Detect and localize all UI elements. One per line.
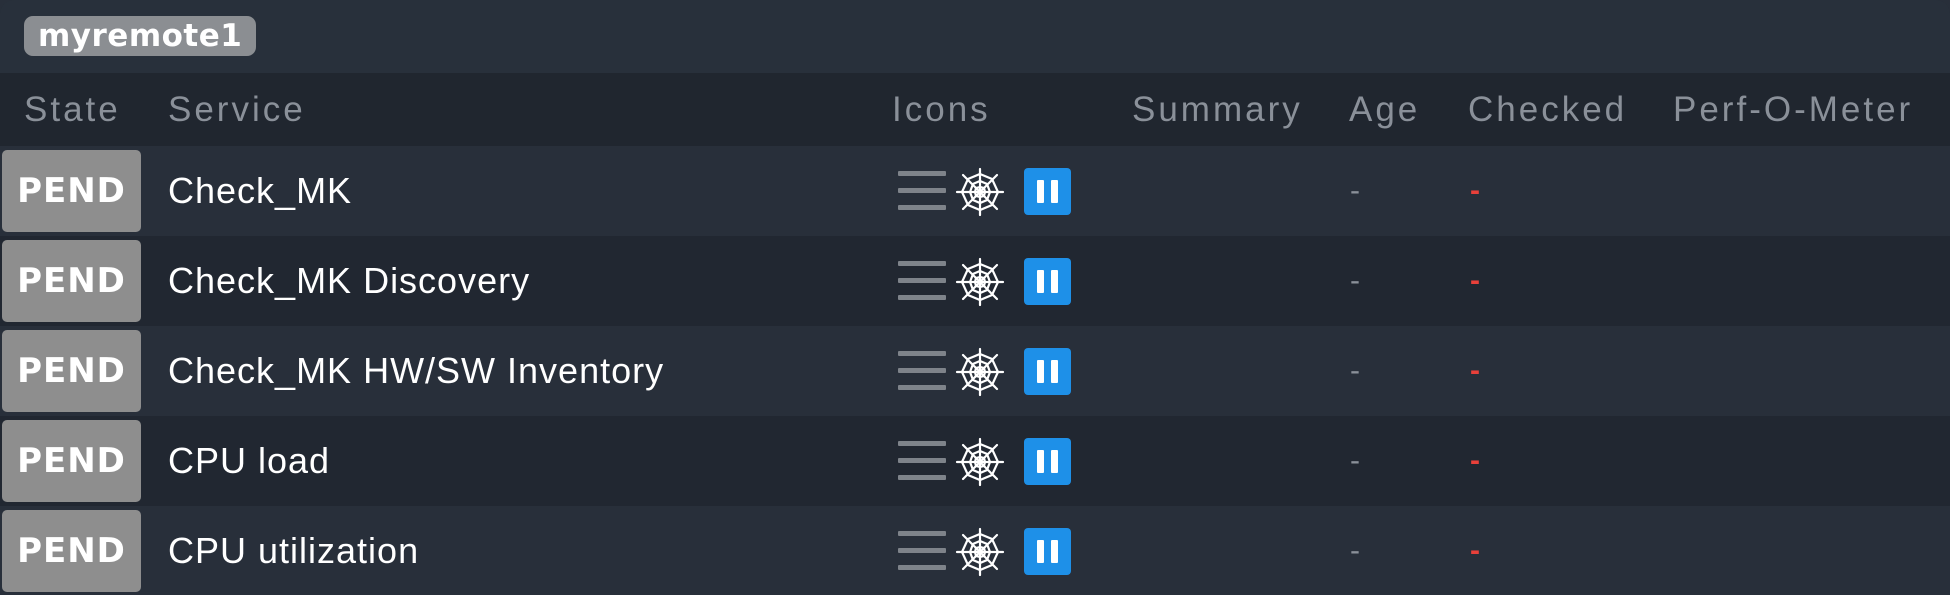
table-row: PEND CPU load - - xyxy=(0,416,1950,506)
column-header-summary[interactable]: Summary xyxy=(1132,73,1303,146)
spiderweb-icon[interactable] xyxy=(954,347,1006,397)
age-value: - xyxy=(1350,444,1360,477)
service-table-body: PEND Check_MK - - PEND Check_MK Discover… xyxy=(0,146,1950,595)
spiderweb-icon[interactable] xyxy=(954,527,1006,577)
pause-icon[interactable] xyxy=(1024,528,1071,575)
service-name-link[interactable]: Check_MK Discovery xyxy=(168,236,530,326)
state-badge[interactable]: PEND xyxy=(2,420,141,502)
service-name-link[interactable]: CPU utilization xyxy=(168,506,419,595)
menu-icon[interactable] xyxy=(898,441,946,481)
spiderweb-icon[interactable] xyxy=(954,257,1006,307)
checked-value: - xyxy=(1470,444,1480,477)
column-header-age[interactable]: Age xyxy=(1349,73,1420,146)
table-header: State Service Icons Summary Age Checked … xyxy=(0,73,1950,146)
pause-icon[interactable] xyxy=(1024,348,1071,395)
column-header-perfometer[interactable]: Perf-O-Meter xyxy=(1673,73,1913,146)
column-header-state[interactable]: State xyxy=(24,73,121,146)
pause-icon[interactable] xyxy=(1024,438,1071,485)
column-header-icons[interactable]: Icons xyxy=(892,73,991,146)
pause-icon[interactable] xyxy=(1024,168,1071,215)
service-name-link[interactable]: Check_MK xyxy=(168,146,352,236)
service-view-panel: myremote1 State Service Icons Summary Ag… xyxy=(0,0,1950,595)
checked-value: - xyxy=(1470,534,1480,567)
state-badge[interactable]: PEND xyxy=(2,330,141,412)
table-row: PEND Check_MK Discovery - - xyxy=(0,236,1950,326)
age-value: - xyxy=(1350,534,1360,567)
menu-icon[interactable] xyxy=(898,171,946,211)
checked-value: - xyxy=(1470,264,1480,297)
checked-value: - xyxy=(1470,174,1480,207)
table-row: PEND CPU utilization - - xyxy=(0,506,1950,595)
age-value: - xyxy=(1350,354,1360,387)
state-badge[interactable]: PEND xyxy=(2,240,141,322)
spiderweb-icon[interactable] xyxy=(954,437,1006,487)
column-header-service[interactable]: Service xyxy=(168,73,306,146)
host-name-tag[interactable]: myremote1 xyxy=(24,16,257,56)
service-name-link[interactable]: CPU load xyxy=(168,416,330,506)
column-header-checked[interactable]: Checked xyxy=(1468,73,1627,146)
menu-icon[interactable] xyxy=(898,531,946,571)
age-value: - xyxy=(1350,174,1360,207)
spiderweb-icon[interactable] xyxy=(954,167,1006,217)
table-row: PEND Check_MK HW/SW Inventory - - xyxy=(0,326,1950,416)
table-row: PEND Check_MK - - xyxy=(0,146,1950,236)
age-value: - xyxy=(1350,264,1360,297)
state-badge[interactable]: PEND xyxy=(2,150,141,232)
checked-value: - xyxy=(1470,354,1480,387)
service-name-link[interactable]: Check_MK HW/SW Inventory xyxy=(168,326,664,416)
menu-icon[interactable] xyxy=(898,261,946,301)
state-badge[interactable]: PEND xyxy=(2,510,141,592)
pause-icon[interactable] xyxy=(1024,258,1071,305)
host-header: myremote1 xyxy=(0,0,1950,73)
menu-icon[interactable] xyxy=(898,351,946,391)
